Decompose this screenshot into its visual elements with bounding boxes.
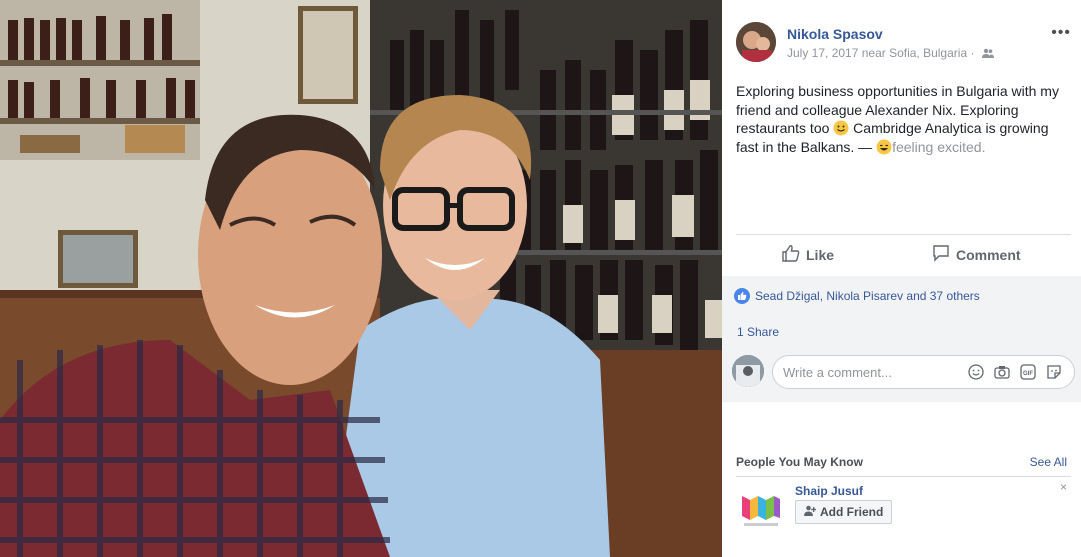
feeling-text[interactable]: feeling excited.	[892, 139, 985, 155]
post-header: Nikola Spasov July 17, 2017 near Sofia, …	[736, 22, 1071, 66]
divider	[736, 476, 1071, 477]
thumbs-up-icon	[782, 244, 800, 265]
more-options-button[interactable]: •••	[1051, 24, 1071, 42]
smile-emoji-icon	[833, 120, 849, 136]
emoji-icon[interactable]	[967, 363, 985, 381]
add-friend-button[interactable]: Add Friend	[795, 500, 893, 524]
svg-text:GIF: GIF	[1023, 371, 1033, 377]
dismiss-suggestion-button[interactable]: ×	[1060, 480, 1067, 494]
add-friend-icon	[804, 505, 817, 519]
photo-illustration	[0, 0, 722, 557]
post-meta: July 17, 2017 near Sofia, Bulgaria ·	[787, 46, 994, 61]
comment-button[interactable]: Comment	[932, 244, 1021, 265]
like-label: Like	[806, 246, 835, 263]
shaip-jusuf-avatar[interactable]	[736, 486, 786, 530]
excited-emoji-icon	[876, 139, 892, 155]
divider	[736, 234, 1071, 235]
post-sidebar: Nikola Spasov July 17, 2017 near Sofia, …	[722, 0, 1081, 557]
post-actions: Like Comment	[736, 240, 1071, 270]
gif-icon[interactable]: GIF	[1019, 363, 1037, 381]
reactions-text: Sead Džigal, Nikola Pisarev and 37 other…	[755, 289, 980, 303]
friends-icon[interactable]	[981, 47, 994, 61]
like-reaction-icon	[734, 288, 750, 304]
post-date[interactable]: July 17, 2017 near Sofia, Bulgaria ·	[787, 46, 974, 60]
comment-composer: GIF	[732, 355, 1075, 389]
post-text: Exploring business opportunities in Bulg…	[736, 82, 1071, 156]
add-friend-label: Add Friend	[820, 505, 884, 519]
post-photo[interactable]	[0, 0, 722, 557]
sticker-icon[interactable]	[1045, 363, 1063, 381]
author-avatar[interactable]	[736, 22, 776, 62]
shares-count[interactable]: 1 Share	[737, 325, 779, 339]
see-all-link[interactable]: See All	[1030, 455, 1067, 469]
pymk-card: Shaip Jusuf Add Friend ×	[736, 480, 1071, 540]
author-name[interactable]: Nikola Spasov	[787, 26, 883, 42]
pymk-title: People You May Know	[736, 455, 863, 469]
pymk-person-name[interactable]: Shaip Jusuf	[795, 484, 863, 498]
comment-icon	[932, 244, 950, 265]
viewer-avatar[interactable]	[732, 355, 764, 387]
comment-label: Comment	[956, 246, 1021, 263]
like-button[interactable]: Like	[782, 244, 834, 265]
reactions-summary[interactable]: Sead Džigal, Nikola Pisarev and 37 other…	[734, 288, 980, 304]
comment-tools: GIF	[967, 363, 1063, 381]
camera-icon[interactable]	[993, 363, 1011, 381]
